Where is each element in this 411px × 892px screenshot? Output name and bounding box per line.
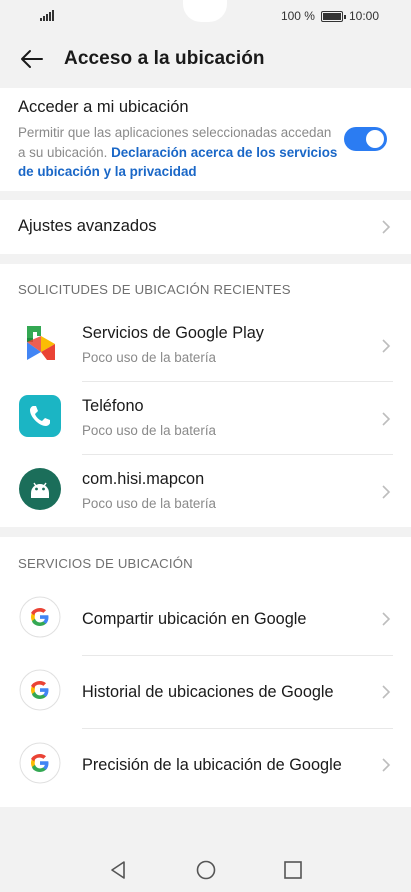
service-item-title: Historial de ubicaciones de Google — [82, 683, 334, 701]
location-services-header: SERVICIOS DE UBICACIÓN — [18, 556, 193, 571]
recent-item-subtitle: Poco uso de la batería — [82, 496, 216, 511]
nav-home-icon[interactable] — [194, 858, 218, 882]
nav-back-icon[interactable] — [106, 858, 130, 882]
chevron-right-icon — [382, 758, 391, 772]
advanced-settings-row[interactable]: Ajustes avanzados — [0, 200, 411, 254]
access-location-card: Acceder a mi ubicación Permitir que las … — [0, 88, 411, 191]
toggle-knob — [366, 130, 384, 148]
recent-item-title: Servicios de Google Play — [82, 324, 264, 342]
google-icon — [19, 669, 61, 711]
chevron-right-icon — [382, 220, 391, 234]
recent-item-title: Teléfono — [82, 397, 144, 415]
service-item-title: Compartir ubicación en Google — [82, 610, 307, 628]
service-item-location-history[interactable]: Historial de ubicaciones de Google — [0, 655, 411, 728]
google-icon — [19, 596, 61, 638]
back-arrow-icon — [21, 50, 43, 68]
advanced-settings-label: Ajustes avanzados — [18, 217, 157, 235]
recent-requests-card: SOLICITUDES DE UBICACIÓN RECIENTES Servi… — [0, 264, 411, 527]
chevron-right-icon — [382, 612, 391, 626]
camera-notch — [183, 0, 227, 22]
access-location-toggle[interactable] — [344, 127, 387, 151]
service-item-share-location[interactable]: Compartir ubicación en Google — [0, 582, 411, 655]
status-bar: 100 % 10:00 — [0, 0, 411, 32]
system-navigation-bar — [0, 846, 411, 892]
location-services-card: SERVICIOS DE UBICACIÓN Compartir ubicaci… — [0, 537, 411, 807]
access-location-description: Permitir que las aplicaciones selecciona… — [18, 123, 338, 182]
signal-icon — [40, 10, 54, 21]
service-item-title: Precisión de la ubicación de Google — [82, 756, 342, 774]
status-right: 100 % 10:00 — [281, 9, 379, 23]
clock: 10:00 — [348, 9, 379, 23]
chevron-right-icon — [382, 339, 391, 353]
nav-recents-icon[interactable] — [281, 858, 305, 882]
app-bar: Acceso a la ubicación — [0, 36, 411, 82]
battery-percent: 100 % — [280, 9, 315, 23]
recent-requests-header: SOLICITUDES DE UBICACIÓN RECIENTES — [18, 282, 291, 297]
recent-item-com-hisi-mapcon[interactable]: com.hisi.mapcon Poco uso de la batería — [0, 454, 411, 527]
recent-item-telefono[interactable]: Teléfono Poco uso de la batería — [0, 381, 411, 454]
google-play-services-icon — [27, 326, 55, 360]
page-title: Acceso a la ubicación — [64, 48, 265, 69]
recent-item-subtitle: Poco uso de la batería — [82, 423, 216, 438]
recent-item-title: com.hisi.mapcon — [82, 470, 205, 488]
chevron-right-icon — [382, 485, 391, 499]
google-icon — [19, 742, 61, 784]
service-item-location-accuracy[interactable]: Precisión de la ubicación de Google — [0, 728, 411, 801]
back-button[interactable] — [12, 39, 52, 79]
recent-item-google-play-services[interactable]: Servicios de Google Play Poco uso de la … — [0, 308, 411, 381]
battery-icon — [320, 10, 346, 22]
chevron-right-icon — [382, 412, 391, 426]
phone-icon — [19, 395, 61, 437]
access-location-title: Acceder a mi ubicación — [18, 98, 189, 116]
chevron-right-icon — [382, 685, 391, 699]
recent-item-subtitle: Poco uso de la batería — [82, 350, 216, 365]
android-icon — [19, 468, 61, 510]
